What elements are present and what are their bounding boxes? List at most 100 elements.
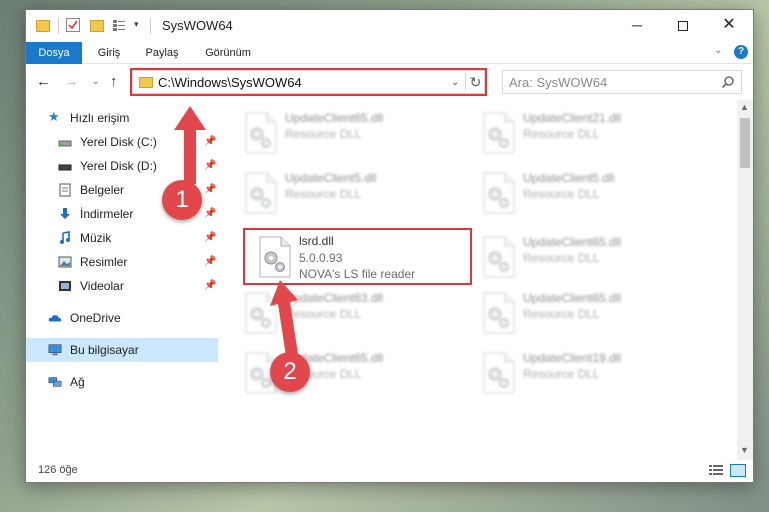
sidebar-item-videos[interactable]: Videolar 📌	[26, 274, 218, 298]
window-title: SysWOW64	[162, 18, 233, 33]
tab-home[interactable]: Giriş	[88, 42, 130, 64]
music-icon	[60, 231, 70, 244]
file-name: UpdateClient5.dll	[285, 171, 377, 185]
back-button[interactable]: ←	[36, 73, 51, 90]
sidebar-item-label: İndirmeler	[80, 207, 134, 221]
step-1-marker: 1	[162, 180, 202, 220]
file-name: UpdateClient19.dll	[523, 351, 622, 365]
sidebar-item-this-pc[interactable]: Bu bilgisayar	[26, 338, 218, 362]
expand-ribbon-icon[interactable]: ⌄	[714, 45, 722, 56]
drive-icon	[58, 140, 72, 147]
cloud-icon	[48, 315, 62, 322]
file-type: Resource DLL	[523, 187, 600, 201]
dll-file-icon	[483, 112, 515, 154]
dll-file-icon	[483, 292, 515, 334]
file-highlight-box	[243, 228, 472, 285]
file-item[interactable]: UpdateClient5.dll Resource DLL	[475, 166, 705, 220]
scroll-up-icon[interactable]: ▲	[740, 102, 749, 112]
pin-icon[interactable]: 📌	[204, 274, 216, 298]
pictures-icon	[58, 256, 72, 268]
file-item[interactable]: UpdateClient65.dll Resource DLL	[475, 286, 705, 340]
minimize-button[interactable]: ─	[614, 10, 660, 40]
file-item[interactable]: UpdateClient65.dll Resource DLL	[237, 106, 467, 160]
details-view-icon[interactable]	[708, 464, 724, 477]
dll-file-icon	[245, 172, 277, 214]
sidebar-item-label: Resimler	[80, 255, 128, 269]
item-count: 126 öğe	[38, 464, 78, 476]
pin-icon[interactable]: 📌	[204, 202, 216, 226]
file-item[interactable]: UpdateClient19.dll Resource DLL	[475, 346, 705, 400]
pin-icon[interactable]: 📌	[204, 250, 216, 274]
sidebar-item-network[interactable]: Ağ	[26, 370, 218, 394]
address-highlight-box	[130, 68, 487, 96]
help-icon[interactable]: ?	[734, 45, 748, 59]
file-name: UpdateClient5.dll	[523, 171, 615, 185]
step-1-arrow	[174, 106, 206, 184]
dll-file-icon	[483, 236, 515, 278]
dll-file-icon	[483, 352, 515, 394]
search-placeholder: Ara: SysWOW64	[509, 75, 608, 90]
status-bar: 126 öğe	[26, 460, 753, 482]
tab-file[interactable]: Dosya	[26, 42, 82, 64]
divider	[58, 18, 59, 34]
sidebar-item-label: Bu bilgisayar	[70, 343, 139, 357]
search-icon[interactable]	[721, 75, 735, 89]
scroll-down-icon[interactable]: ▼	[740, 445, 749, 455]
tab-view[interactable]: Görünüm	[196, 42, 260, 64]
tiles-view-icon[interactable]	[730, 464, 746, 477]
up-button[interactable]: ↑	[110, 73, 118, 90]
view-options-icon[interactable]	[112, 18, 126, 32]
file-type: Resource DLL	[285, 187, 362, 201]
file-type: Resource DLL	[523, 367, 600, 381]
tab-share[interactable]: Paylaş	[138, 42, 186, 64]
file-type: Resource DLL	[523, 127, 600, 141]
file-type: Resource DLL	[523, 251, 600, 265]
sidebar-item-label: Hızlı erişim	[70, 111, 130, 125]
navigation-bar: ← → ⌄ ↑ C:\Windows\SysWOW64 ⌄ ↻ Ara: Sys…	[26, 65, 753, 99]
scroll-thumb[interactable]	[740, 118, 750, 168]
file-item[interactable]: UpdateClient21.dll Resource DLL	[475, 106, 705, 160]
videos-icon	[59, 281, 71, 291]
recent-locations-icon[interactable]: ⌄	[92, 76, 100, 87]
sidebar-item-label: Videolar	[80, 279, 124, 293]
search-input[interactable]: Ara: SysWOW64	[502, 70, 742, 94]
sidebar-item-onedrive[interactable]: OneDrive	[26, 306, 218, 330]
pin-icon[interactable]: 📌	[204, 226, 216, 250]
computer-icon	[48, 344, 62, 356]
file-name: UpdateClient65.dll	[523, 235, 622, 249]
step-2-arrow	[270, 280, 298, 356]
divider	[150, 18, 151, 34]
sidebar-item-label: Ağ	[70, 375, 85, 389]
step-2-marker: 2	[270, 352, 310, 392]
file-name: UpdateClient21.dll	[523, 111, 622, 125]
vertical-scrollbar[interactable]: ▲ ▼	[737, 100, 753, 460]
sidebar-item-pictures[interactable]: Resimler 📌	[26, 250, 218, 274]
file-type: Resource DLL	[285, 127, 362, 141]
quick-access-dropdown-icon[interactable]: ▾	[134, 19, 139, 35]
file-type: Resource DLL	[523, 307, 600, 321]
star-icon: ★	[48, 109, 60, 124]
maximize-icon	[678, 21, 688, 32]
explorer-window: ▾ SysWOW64 ─ ✕ Dosya Giriş Paylaş Görünü…	[25, 9, 754, 483]
network-icon	[48, 377, 62, 387]
sidebar-item-music[interactable]: Müzik 📌	[26, 226, 218, 250]
file-item[interactable]: UpdateClient65.dll Resource DLL	[475, 230, 705, 284]
forward-button[interactable]: →	[64, 73, 79, 90]
maximize-button[interactable]	[660, 10, 706, 40]
sidebar-item-label: OneDrive	[70, 311, 121, 325]
dll-file-icon	[483, 172, 515, 214]
ribbon-tabs: Dosya Giriş Paylaş Görünüm ⌄ ?	[26, 42, 753, 64]
sidebar-item-label: Belgeler	[80, 183, 125, 197]
documents-icon	[59, 183, 71, 197]
properties-icon[interactable]	[66, 18, 80, 32]
drive-icon	[58, 164, 72, 171]
sidebar-item-label: Yerel Disk (D:)	[80, 159, 157, 173]
new-folder-icon[interactable]	[90, 20, 104, 32]
dll-file-icon	[245, 112, 277, 154]
file-name: UpdateClient65.dll	[523, 291, 622, 305]
file-name: UpdateClient65.dll	[285, 111, 384, 125]
sidebar-item-label: Yerel Disk (C:)	[80, 135, 157, 149]
close-button[interactable]: ✕	[706, 10, 752, 40]
file-item[interactable]: UpdateClient5.dll Resource DLL	[237, 166, 467, 220]
folder-icon[interactable]	[36, 20, 50, 32]
